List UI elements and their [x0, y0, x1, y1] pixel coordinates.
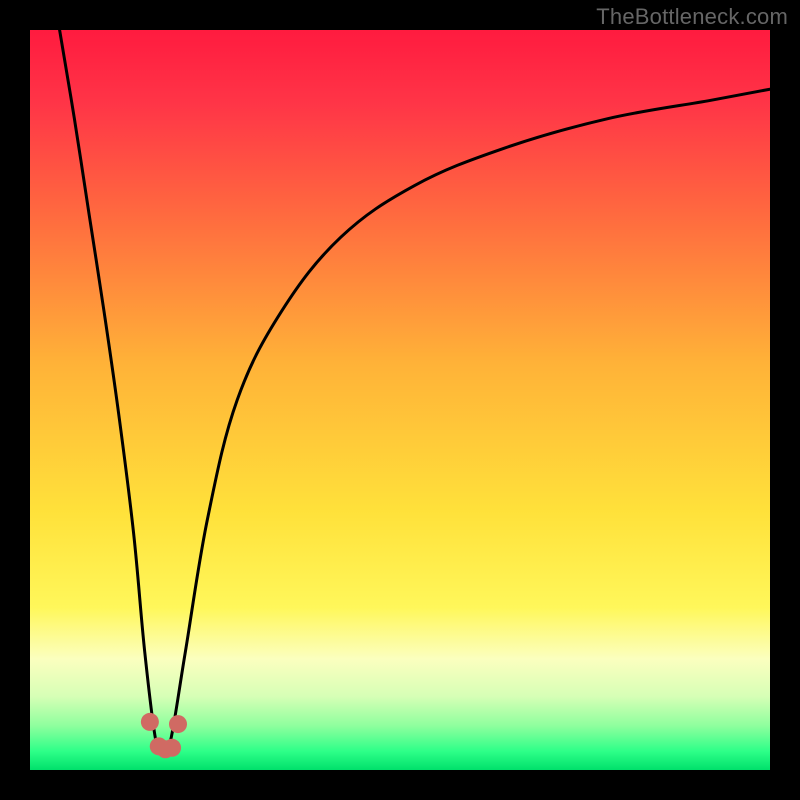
curve-markers — [141, 713, 187, 758]
marker-dot — [141, 713, 159, 731]
marker-dot — [169, 715, 187, 733]
chart-frame: TheBottleneck.com — [0, 0, 800, 800]
plot-area — [30, 30, 770, 770]
bottleneck-curve — [60, 30, 770, 751]
watermark-text: TheBottleneck.com — [596, 4, 788, 30]
marker-dot — [163, 739, 181, 757]
curve-layer — [30, 30, 770, 770]
